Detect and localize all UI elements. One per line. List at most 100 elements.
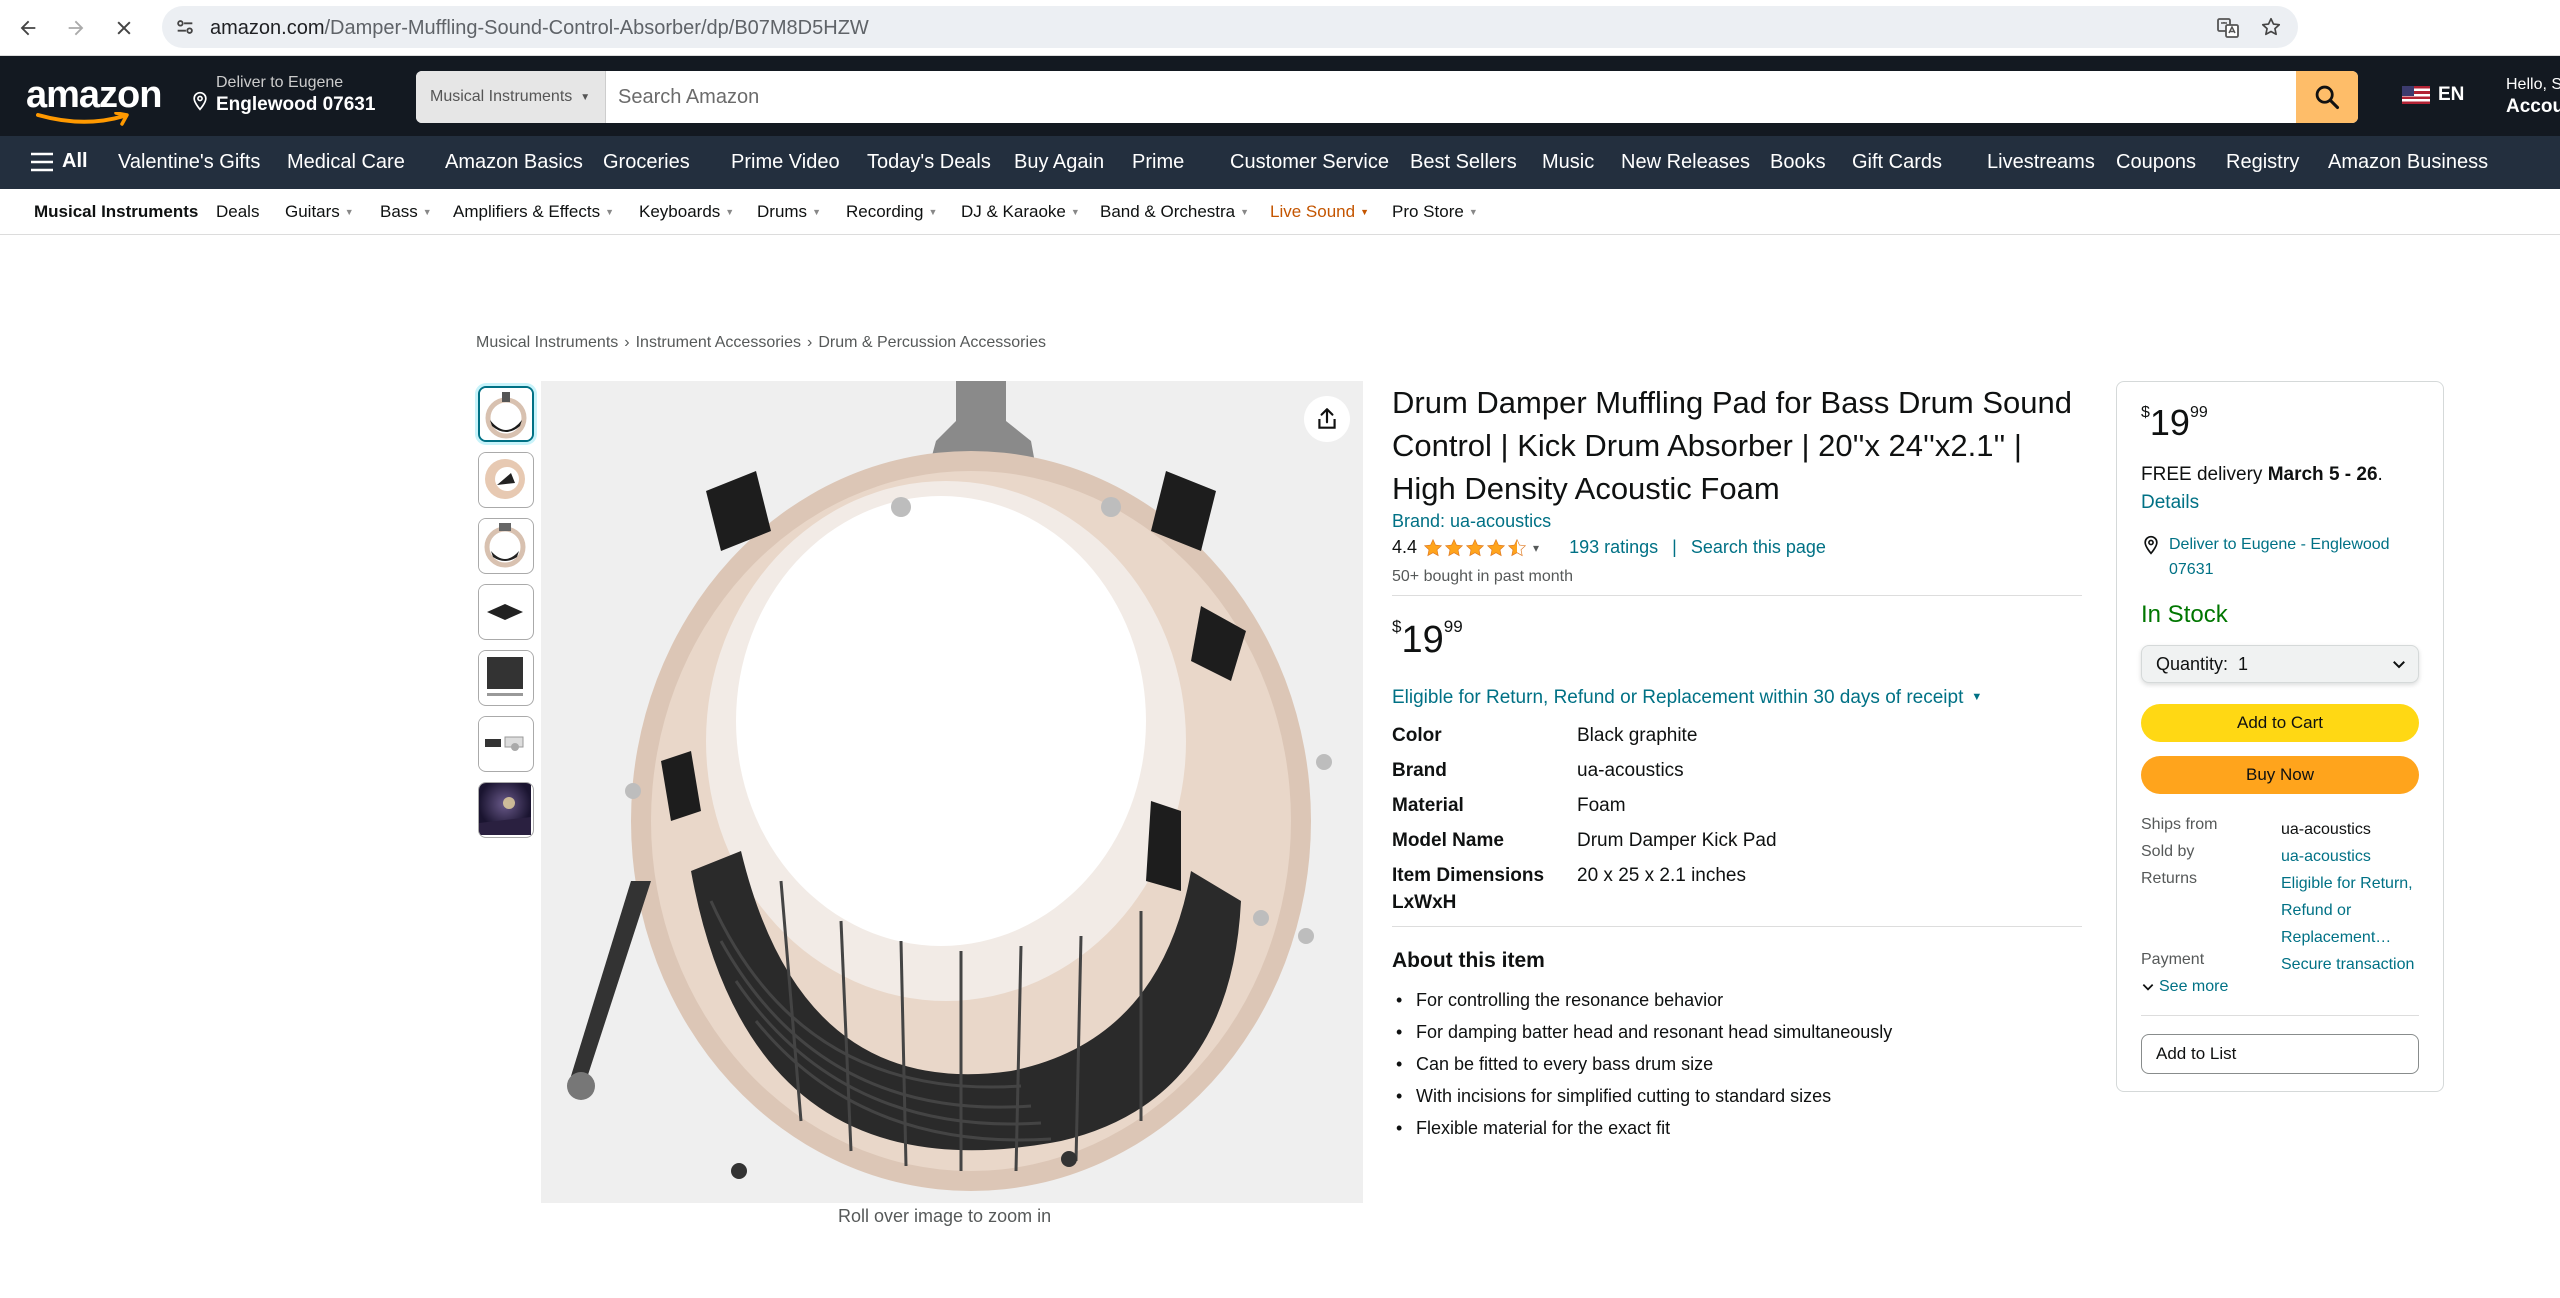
breadcrumb-drum-percussion-accessories[interactable]: Drum & Percussion Accessories [818, 334, 1046, 351]
secure-transaction-link[interactable]: Secure transaction [2281, 951, 2421, 978]
deliver-line2: Englewood 07631 [216, 94, 376, 115]
subnav-drums[interactable]: Drums ▼ [757, 202, 821, 222]
chevron-down-icon [2393, 661, 2405, 669]
subnav-pro-store[interactable]: Pro Store ▼ [1392, 202, 1478, 222]
subnav-band-orchestra[interactable]: Band & Orchestra ▼ [1100, 202, 1249, 222]
nav-item-music[interactable]: Music [1542, 151, 1594, 174]
subnav-musical-instruments[interactable]: Musical Instruments [34, 202, 198, 222]
nav-item-livestreams[interactable]: Livestreams [1987, 151, 2095, 174]
chevron-down-icon[interactable]: ▾ [1533, 541, 1539, 555]
caret-down-icon: ▼ [1468, 207, 1478, 217]
breadcrumb-separator: › [807, 334, 813, 351]
caret-down-icon: ▼ [928, 207, 938, 217]
returns-policy-link[interactable]: Eligible for Return, Refund or Replaceme… [1392, 687, 1982, 709]
delivery-details-link[interactable]: Details [2141, 492, 2199, 514]
forward-arrow-icon[interactable] [58, 10, 94, 46]
thumbnail-3[interactable] [478, 518, 534, 574]
stop-loading-icon[interactable] [106, 10, 142, 46]
add-to-list-button[interactable]: Add to List [2141, 1034, 2419, 1074]
nav-item-best-sellers[interactable]: Best Sellers [1410, 151, 1517, 174]
ratings-count-link[interactable]: 193 ratings [1569, 537, 1658, 558]
stock-status: In Stock [2141, 601, 2228, 628]
main-product-image[interactable] [541, 381, 1363, 1203]
subnav-amplifiers-effects[interactable]: Amplifiers & Effects ▼ [453, 202, 614, 222]
nav-item-todays-deals[interactable]: Today's Deals [867, 151, 991, 174]
caret-down-icon: ▼ [1360, 207, 1369, 217]
nav-item-coupons[interactable]: Coupons [2116, 151, 2196, 174]
nav-item-prime[interactable]: Prime [1132, 151, 1184, 174]
bookmark-star-icon[interactable] [2260, 16, 2282, 38]
nav-item-prime-video[interactable]: Prime Video [731, 151, 840, 174]
caret-down-icon: ▼ [1070, 207, 1080, 217]
add-to-cart-button[interactable]: Add to Cart [2141, 704, 2419, 742]
brand-link[interactable]: Brand: ua-acoustics [1392, 511, 1551, 532]
thumbnail-7[interactable] [478, 782, 534, 838]
search-this-page-link[interactable]: Search this page [1691, 537, 1826, 558]
divider [2141, 1015, 2419, 1016]
nav-item-buy-again[interactable]: Buy Again [1014, 151, 1104, 174]
nav-item-groceries[interactable]: Groceries [603, 151, 690, 174]
breadcrumb-musical-instruments[interactable]: Musical Instruments [476, 334, 618, 351]
quantity-dropdown[interactable]: Quantity: 1 [2141, 645, 2419, 683]
divider [1392, 926, 2082, 927]
breadcrumb-instrument-accessories[interactable]: Instrument Accessories [636, 334, 801, 351]
nav-item-customer-service[interactable]: Customer Service [1230, 151, 1389, 174]
thumbnail-5[interactable] [478, 650, 534, 706]
back-arrow-icon[interactable] [10, 10, 46, 46]
returns-link[interactable]: Eligible for Return, Refund or Replaceme… [2281, 870, 2421, 951]
site-settings-icon[interactable] [174, 16, 196, 38]
address-bar[interactable]: amazon.com/Damper-Muffling-Sound-Control… [162, 6, 2298, 48]
price-symbol: $ [2141, 404, 2150, 421]
subnav-guitars[interactable]: Guitars ▼ [285, 202, 354, 222]
caret-down-icon: ▼ [1240, 207, 1250, 217]
search-input[interactable] [606, 71, 2296, 123]
caret-down-icon: ▼ [422, 207, 432, 217]
nav-item-gift-cards[interactable]: Gift Cards [1852, 151, 1942, 174]
subnav-live-sound[interactable]: Live Sound ▼ [1270, 202, 1369, 222]
all-menu-button[interactable]: All [30, 150, 88, 173]
search-category-dropdown[interactable]: Musical Instruments ▼ [416, 71, 606, 123]
star-rating[interactable] [1423, 538, 1527, 558]
chevron-down-icon: ▼ [1971, 691, 1983, 703]
subnav-keyboards[interactable]: Keyboards ▼ [639, 202, 734, 222]
thumbnail-2[interactable] [478, 452, 534, 508]
subnav-dj-karaoke[interactable]: DJ & Karaoke ▼ [961, 202, 1080, 222]
hamburger-icon [31, 152, 53, 171]
url-path: /Damper-Muffling-Sound-Control-Absorber/… [324, 17, 869, 39]
url-text[interactable]: amazon.com/Damper-Muffling-Sound-Control… [210, 17, 869, 40]
see-more-label: See more [2159, 978, 2229, 995]
thumbnail-4[interactable] [478, 584, 534, 640]
amazon-logo[interactable]: amazon [26, 74, 166, 126]
nav-item-amazon-business[interactable]: Amazon Business [2328, 151, 2488, 174]
search-icon [2315, 85, 2340, 110]
search-button[interactable] [2296, 71, 2358, 123]
nav-item-medical-care[interactable]: Medical Care [287, 151, 405, 174]
account-menu[interactable]: Hello, S Accou [2506, 76, 2560, 118]
nav-item-valentines-gifts[interactable]: Valentine's Gifts [118, 151, 260, 174]
subnav-pro-store-label: Pro Store [1392, 202, 1464, 221]
thumbnail-6[interactable] [478, 716, 534, 772]
see-more-link[interactable]: See more [2141, 978, 2228, 996]
nav-item-registry[interactable]: Registry [2226, 151, 2299, 174]
nav-item-books[interactable]: Books [1770, 151, 1826, 174]
subnav-dj-label: DJ & Karaoke [961, 202, 1066, 221]
us-flag-icon [2402, 86, 2430, 104]
share-button[interactable] [1304, 396, 1350, 442]
language-selector[interactable]: EN [2402, 84, 2464, 106]
chevron-down-icon [2142, 984, 2154, 991]
browser-toolbar: amazon.com/Damper-Muffling-Sound-Control… [0, 0, 2560, 56]
nav-item-amazon-basics[interactable]: Amazon Basics [445, 151, 583, 174]
bought-in-past-month: 50+ bought in past month [1392, 568, 1574, 585]
subnav-recording[interactable]: Recording ▼ [846, 202, 937, 222]
buy-now-button[interactable]: Buy Now [2141, 756, 2419, 794]
seller-link[interactable]: ua-acoustics [2281, 843, 2421, 870]
subnav-bass[interactable]: Bass ▼ [380, 202, 432, 222]
thumbnail-1[interactable] [478, 386, 534, 442]
subnav-deals[interactable]: Deals [216, 202, 259, 222]
translate-icon[interactable] [2216, 16, 2240, 40]
delivery-suffix: . [2377, 464, 2383, 485]
star-full-icon [1444, 538, 1464, 556]
returns-label: Returns [2141, 870, 2198, 887]
nav-item-new-releases[interactable]: New Releases [1621, 151, 1750, 174]
subnav-drums-label: Drums [757, 202, 808, 221]
